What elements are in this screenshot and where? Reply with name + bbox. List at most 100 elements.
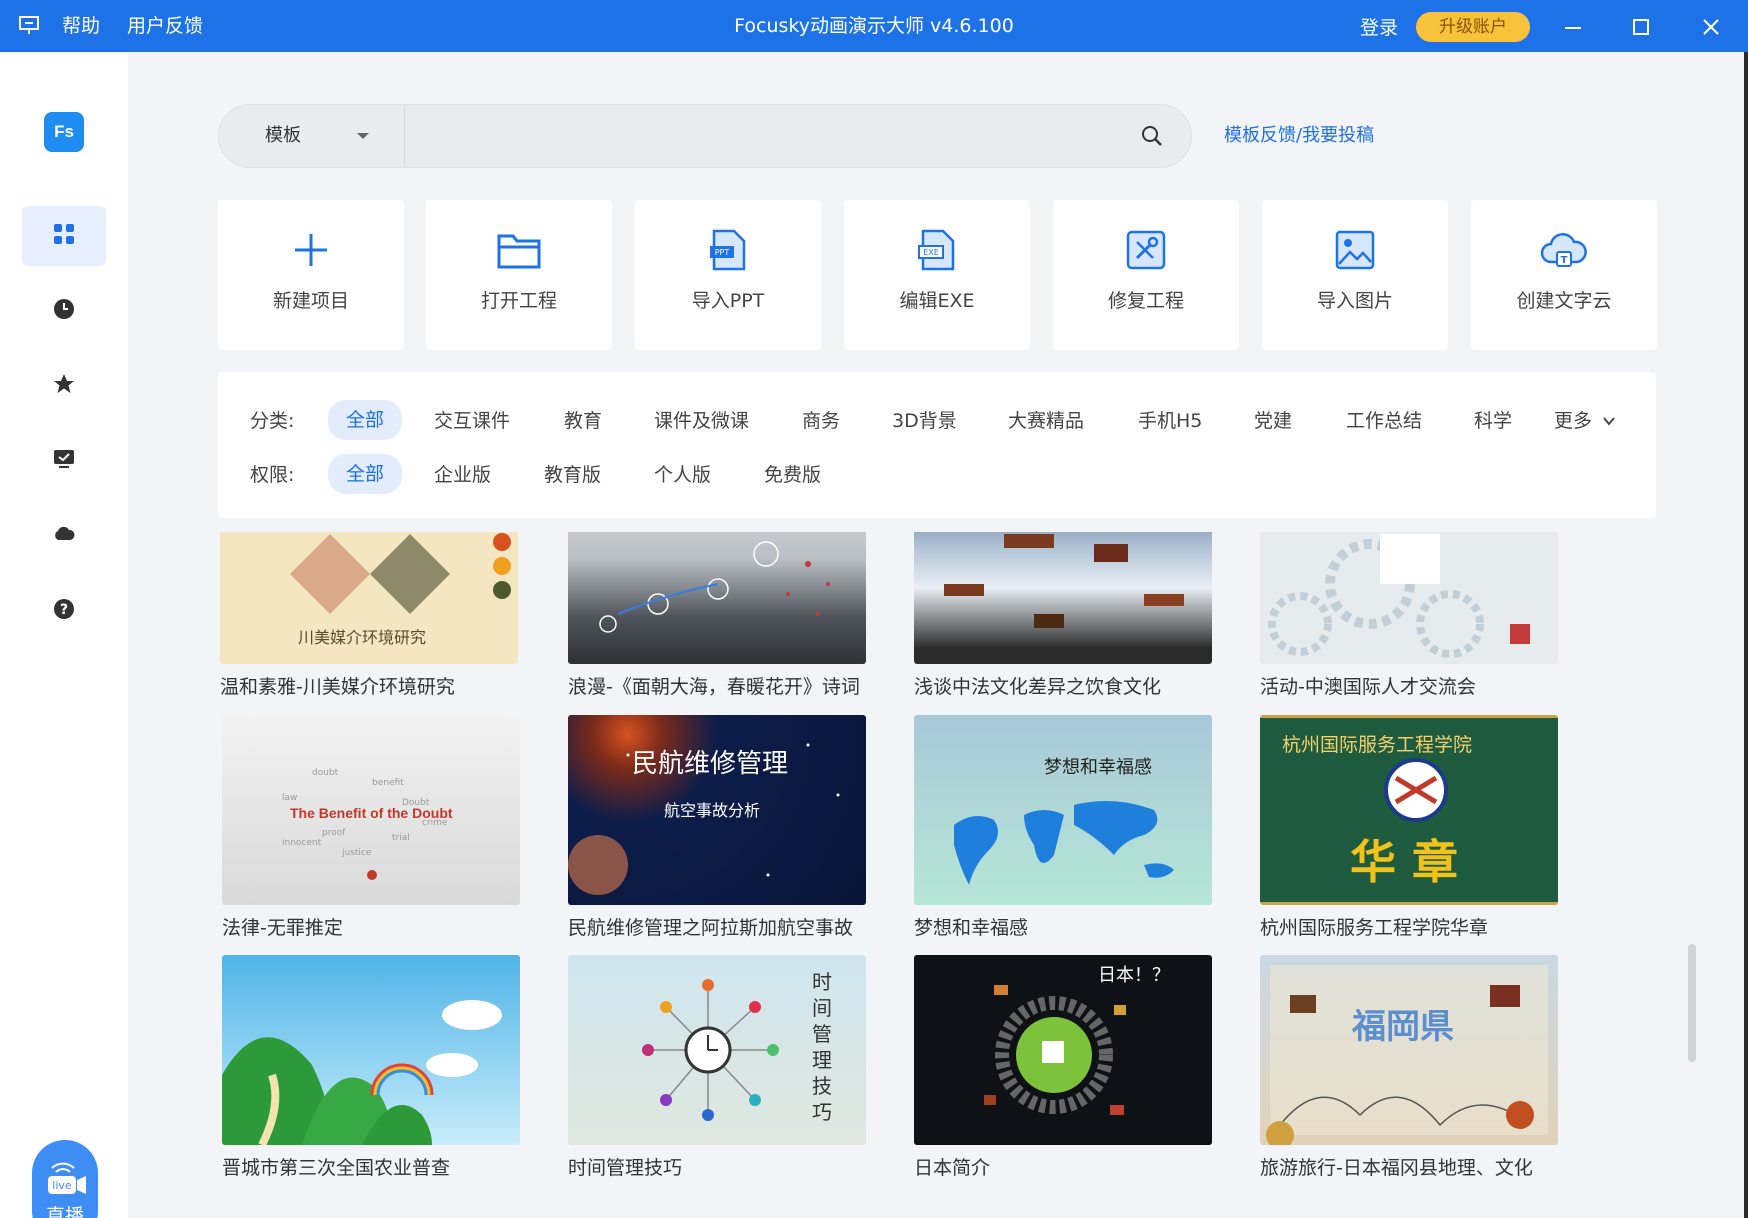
- search-type-dropdown[interactable]: 模板: [219, 105, 405, 167]
- sidebar-item-cloud[interactable]: [22, 506, 106, 566]
- window-edge: [1744, 52, 1748, 1218]
- template-thumbnail: 福岡県: [1260, 955, 1558, 1145]
- search-type-label: 模板: [265, 125, 301, 146]
- svg-text:justice: justice: [341, 848, 372, 858]
- sidebar-item-recent[interactable]: [22, 281, 106, 341]
- create-word-cloud-button[interactable]: T 创建文字云: [1471, 200, 1657, 350]
- monitor-icon: [53, 448, 75, 474]
- sidebar: Fs ? live 直播: [0, 52, 128, 1218]
- star-icon: [53, 373, 75, 399]
- svg-text:proof: proof: [322, 828, 346, 838]
- template-thumbnail: 民航维修管理 航空事故分析: [568, 715, 866, 905]
- sidebar-item-presentations[interactable]: [22, 431, 106, 491]
- category-chip[interactable]: 课件及微课: [654, 408, 749, 434]
- template-feedback-link[interactable]: 模板反馈/我要投稿: [1224, 124, 1374, 148]
- title-bar: 帮助 用户反馈 Focusky动画演示大师 v4.6.100 登录 升级账户: [0, 0, 1748, 52]
- repair-project-button[interactable]: 修复工程: [1053, 200, 1239, 350]
- help-icon: ?: [53, 598, 75, 624]
- live-camera-icon: live: [44, 1162, 88, 1200]
- open-project-button[interactable]: 打开工程: [426, 200, 612, 350]
- template-thumbnail: 日本！？: [914, 955, 1212, 1145]
- category-chip[interactable]: 手机H5: [1138, 408, 1202, 434]
- app-logo: Fs: [44, 112, 84, 152]
- upgrade-account-button[interactable]: 升级账户: [1416, 12, 1530, 42]
- sidebar-item-help[interactable]: ?: [22, 581, 106, 641]
- ppt-file-icon: PPT: [635, 228, 821, 274]
- template-title: 时间管理技巧: [568, 1157, 683, 1179]
- edit-exe-button[interactable]: EXE 编辑EXE: [844, 200, 1030, 350]
- svg-text:benefit: benefit: [372, 778, 404, 788]
- category-chip-all[interactable]: 全部: [328, 400, 403, 440]
- quick-actions: 新建项目 打开工程 PPT 导入PPT EXE 编辑EXE 修复工程 导入图片 …: [218, 200, 1657, 350]
- template-grid: 川美媒介环境研究 温和素雅-川美媒介环境研究 浪漫-《面朝大海，春暖花开》诗词: [220, 532, 1640, 1218]
- apps-grid-icon: [53, 223, 75, 249]
- category-chip[interactable]: 商务: [802, 408, 840, 434]
- vertical-scrollbar[interactable]: [1688, 944, 1696, 1062]
- live-label: 直播: [45, 1205, 84, 1218]
- open-project-label: 打开工程: [480, 290, 557, 312]
- svg-text:law: law: [282, 793, 297, 803]
- new-project-button[interactable]: 新建项目: [218, 200, 404, 350]
- login-link[interactable]: 登录: [1360, 16, 1398, 40]
- template-title: 法律-无罪推定: [222, 917, 343, 939]
- import-image-label: 导入图片: [1316, 290, 1393, 312]
- template-title: 温和素雅-川美媒介环境研究: [220, 676, 455, 698]
- search-input[interactable]: [419, 119, 1119, 153]
- permission-chip[interactable]: 教育版: [544, 462, 601, 488]
- plus-icon: [218, 228, 404, 274]
- template-title: 晋城市第三次全国农业普查: [222, 1157, 451, 1179]
- permission-chip-all[interactable]: 全部: [328, 454, 403, 494]
- category-chip[interactable]: 党建: [1254, 408, 1292, 434]
- sidebar-item-templates[interactable]: [22, 206, 106, 266]
- template-thumbnail: 时间管理技巧: [568, 955, 866, 1145]
- create-word-cloud-label: 创建文字云: [1516, 290, 1612, 312]
- exe-file-icon: EXE: [844, 228, 1030, 274]
- template-title: 浅谈中法文化差异之饮食文化: [914, 676, 1162, 698]
- live-button[interactable]: live 直播: [32, 1140, 98, 1218]
- template-thumbnail: [568, 532, 866, 664]
- filter-panel: 分类: 全部 交互课件 教育 课件及微课 商务 3D背景 大赛精品 手机H5 党…: [218, 372, 1656, 518]
- cloud-icon: [53, 523, 75, 549]
- template-thumbnail: [222, 955, 520, 1145]
- template-thumbnail: [914, 532, 1212, 664]
- close-icon[interactable]: [1696, 12, 1726, 42]
- category-chip[interactable]: 科学: [1474, 408, 1512, 434]
- permission-chip[interactable]: 个人版: [654, 462, 711, 488]
- more-categories-button[interactable]: 更多: [1554, 408, 1616, 435]
- svg-text:live: live: [52, 1179, 72, 1192]
- template-thumbnail: 梦想和幸福感: [914, 715, 1212, 905]
- template-title: 浪漫-《面朝大海，春暖花开》诗词: [568, 676, 860, 698]
- import-ppt-label: 导入PPT: [691, 290, 765, 312]
- template-title: 杭州国际服务工程学院华章: [1260, 917, 1489, 939]
- template-title: 日本简介: [914, 1157, 991, 1179]
- new-project-label: 新建项目: [272, 290, 349, 312]
- main-content: 模板 模板反馈/我要投稿 新建项目 打开工程 PPT 导入PPT EXE 编辑E…: [128, 52, 1748, 1218]
- template-title: 民航维修管理之阿拉斯加航空事故: [568, 917, 854, 939]
- template-title: 活动-中澳国际人才交流会: [1260, 676, 1476, 698]
- search-icon[interactable]: [1141, 125, 1163, 151]
- template-thumbnail: doubt benefit law Doubt proof innocent trial…: [222, 715, 520, 905]
- repair-tools-icon: [1053, 228, 1239, 274]
- maximize-icon[interactable]: [1626, 12, 1656, 42]
- permission-chip[interactable]: 免费版: [764, 462, 821, 488]
- category-chip[interactable]: 交互课件: [434, 408, 510, 434]
- template-thumbnail: 杭州国际服务工程学院 华 章: [1260, 715, 1558, 905]
- import-image-button[interactable]: 导入图片: [1262, 200, 1448, 350]
- minimize-icon[interactable]: [1558, 12, 1588, 42]
- folder-icon: [426, 228, 612, 274]
- category-chip[interactable]: 教育: [564, 408, 602, 434]
- svg-text:trial: trial: [392, 833, 410, 843]
- import-ppt-button[interactable]: PPT 导入PPT: [635, 200, 821, 350]
- category-chip[interactable]: 大赛精品: [1008, 408, 1084, 434]
- template-title: 梦想和幸福感: [914, 917, 1029, 939]
- category-chip[interactable]: 工作总结: [1346, 408, 1422, 434]
- sidebar-item-favorites[interactable]: [22, 356, 106, 416]
- search-bar: 模板: [218, 104, 1192, 168]
- category-label: 分类:: [250, 410, 295, 432]
- svg-text:PPT: PPT: [715, 248, 730, 257]
- clock-icon: [53, 298, 75, 324]
- more-label: 更多: [1554, 410, 1593, 432]
- permission-chip[interactable]: 企业版: [434, 462, 491, 488]
- word-cloud-icon: T: [1471, 228, 1657, 274]
- category-chip[interactable]: 3D背景: [892, 408, 957, 434]
